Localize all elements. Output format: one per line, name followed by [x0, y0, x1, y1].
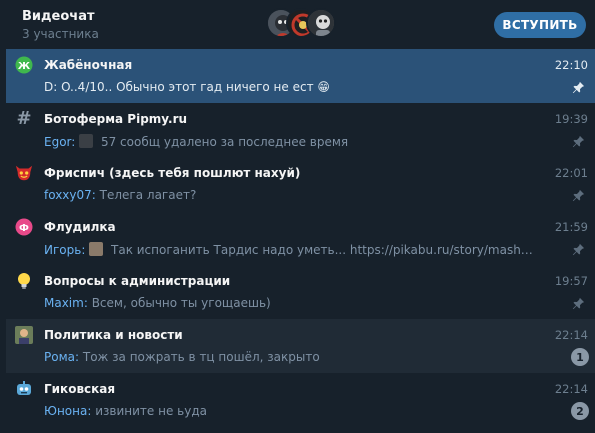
chat-preview: foxxy07: Телега лагает?	[44, 188, 534, 202]
chat-row-politics[interactable]: Политика и новости 22:14 Рома: Тож за по…	[6, 319, 595, 373]
chat-time: 22:14	[554, 328, 588, 342]
preview-sender: Egor:	[44, 135, 76, 149]
photo-thumbnail-icon	[89, 242, 104, 256]
chat-preview: D: O..4/10.. Обычно этот гад ничего не е…	[44, 80, 534, 94]
chat-title: Жабёночная	[44, 58, 133, 72]
chat-time: 19:39	[554, 112, 588, 126]
robot-icon	[15, 380, 33, 398]
participants-count: 3 участника	[22, 27, 99, 41]
chat-time: 19:57	[554, 274, 588, 288]
preview-sender: Рома:	[44, 350, 80, 364]
preview-text: Всем, обычно ты угощаешь)	[91, 296, 271, 310]
flood-circle-icon: Ф	[15, 218, 33, 236]
participants-avatars[interactable]	[266, 8, 336, 42]
preview-text: Телега лагает?	[99, 188, 197, 202]
clapperboard-icon	[79, 134, 94, 148]
chat-time: 22:14	[554, 382, 588, 396]
pin-icon	[572, 135, 585, 148]
lightbulb-icon	[15, 272, 33, 290]
unread-badge: 1	[571, 348, 589, 366]
preview-text: D: O..4/10.. Обычно этот гад ничего не е…	[44, 80, 330, 94]
pin-icon	[572, 81, 585, 94]
pin-icon	[572, 189, 585, 202]
preview-sender: Игорь:	[44, 243, 86, 257]
preview-sender: Юнона:	[44, 404, 92, 418]
chat-row-fludilka[interactable]: Ф Флудилка 21:59 Игорь: Так испоганить Т…	[6, 211, 595, 265]
chat-title: Ботоферма Pipmy.ru	[44, 112, 188, 126]
chat-row-zhabyonochnaya[interactable]: Ж Жабёночная 22:10 D: O..4/10.. Обычно э…	[6, 49, 595, 103]
pin-icon	[572, 297, 585, 310]
chat-row-admin-questions[interactable]: Вопросы к администрации 19:57 Maxim: Все…	[6, 265, 595, 319]
portrait-icon	[15, 326, 33, 344]
preview-sender: foxxy07:	[44, 188, 96, 202]
preview-text: Так испоганить Тардис надо уметь... http…	[111, 243, 534, 257]
chat-title: Флудилка	[44, 220, 116, 234]
preview-text: извините не ьуда	[95, 404, 207, 418]
chat-preview: Maxim: Всем, обычно ты угощаешь)	[44, 296, 534, 310]
preview-text: Тож за пожрать в тц пошёл, закрыто	[82, 350, 320, 364]
devil-emoji-icon	[15, 164, 33, 182]
chat-row-frispich[interactable]: Фриспич (здесь тебя пошлют нахуй) 22:01 …	[6, 157, 595, 211]
pin-icon	[572, 243, 585, 256]
svg-text:Ф: Ф	[19, 223, 29, 234]
chat-time: 22:01	[554, 166, 588, 180]
chat-preview: Юнона: извините не ьуда	[44, 404, 534, 418]
chat-list: Ж Жабёночная 22:10 D: O..4/10.. Обычно э…	[6, 49, 595, 427]
chat-title: Политика и новости	[44, 328, 183, 342]
hashtag-icon: #	[16, 108, 32, 129]
chat-preview: Рома: Тож за пожрать в тц пошёл, закрыто	[44, 350, 534, 364]
chat-row-botoferma[interactable]: # Ботоферма Pipmy.ru 19:39 Egor: 57 сооб…	[6, 103, 595, 157]
chat-time: 22:10	[554, 58, 588, 72]
svg-text:Ж: Ж	[18, 61, 31, 72]
chat-title: Вопросы к администрации	[44, 274, 231, 288]
chat-preview: Игорь: Так испоганить Тардис надо уметь.…	[44, 242, 534, 257]
frog-sticker-icon: Ж	[15, 56, 33, 74]
voice-chat-title: Видеочат	[22, 9, 95, 24]
participant-avatar	[306, 8, 336, 38]
chat-title: Фриспич (здесь тебя пошлют нахуй)	[44, 166, 301, 180]
chat-time: 21:59	[554, 220, 588, 234]
join-button[interactable]: ВСТУПИТЬ	[494, 12, 586, 38]
unread-badge: 2	[571, 402, 589, 420]
chat-row-geek[interactable]: Гиковская 22:14 Юнона: извините не ьуда …	[6, 373, 595, 427]
chat-title: Гиковская	[44, 382, 116, 396]
preview-sender: Maxim:	[44, 296, 88, 310]
chat-preview: Egor: 57 сообщ удалено за последнее врем…	[44, 134, 534, 149]
chat-header: Видеочат 3 участника ВСТУПИТЬ	[0, 0, 595, 49]
preview-text: 57 сообщ удалено за последнее время	[100, 135, 349, 149]
